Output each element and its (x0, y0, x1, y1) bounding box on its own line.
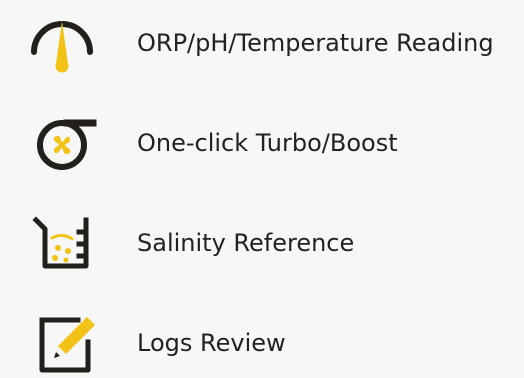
feature-item-salinity-reference: Salinity Reference (0, 208, 524, 278)
feature-label: Salinity Reference (137, 229, 355, 257)
pencil-notepad-icon (24, 308, 100, 378)
feature-label: One-click Turbo/Boost (137, 129, 398, 157)
feature-item-logs-review: Logs Review (0, 308, 524, 378)
feature-label: ORP/pH/Temperature Reading (137, 29, 494, 57)
feature-list: ORP/pH/Temperature Reading One-click Tur… (0, 0, 524, 373)
gauge-icon (24, 8, 100, 78)
feature-item-orp-ph-temperature: ORP/pH/Temperature Reading (0, 8, 524, 78)
turbo-fan-icon (24, 108, 100, 178)
feature-item-turbo-boost: One-click Turbo/Boost (0, 108, 524, 178)
beaker-icon (24, 208, 100, 278)
feature-label: Logs Review (137, 329, 286, 357)
